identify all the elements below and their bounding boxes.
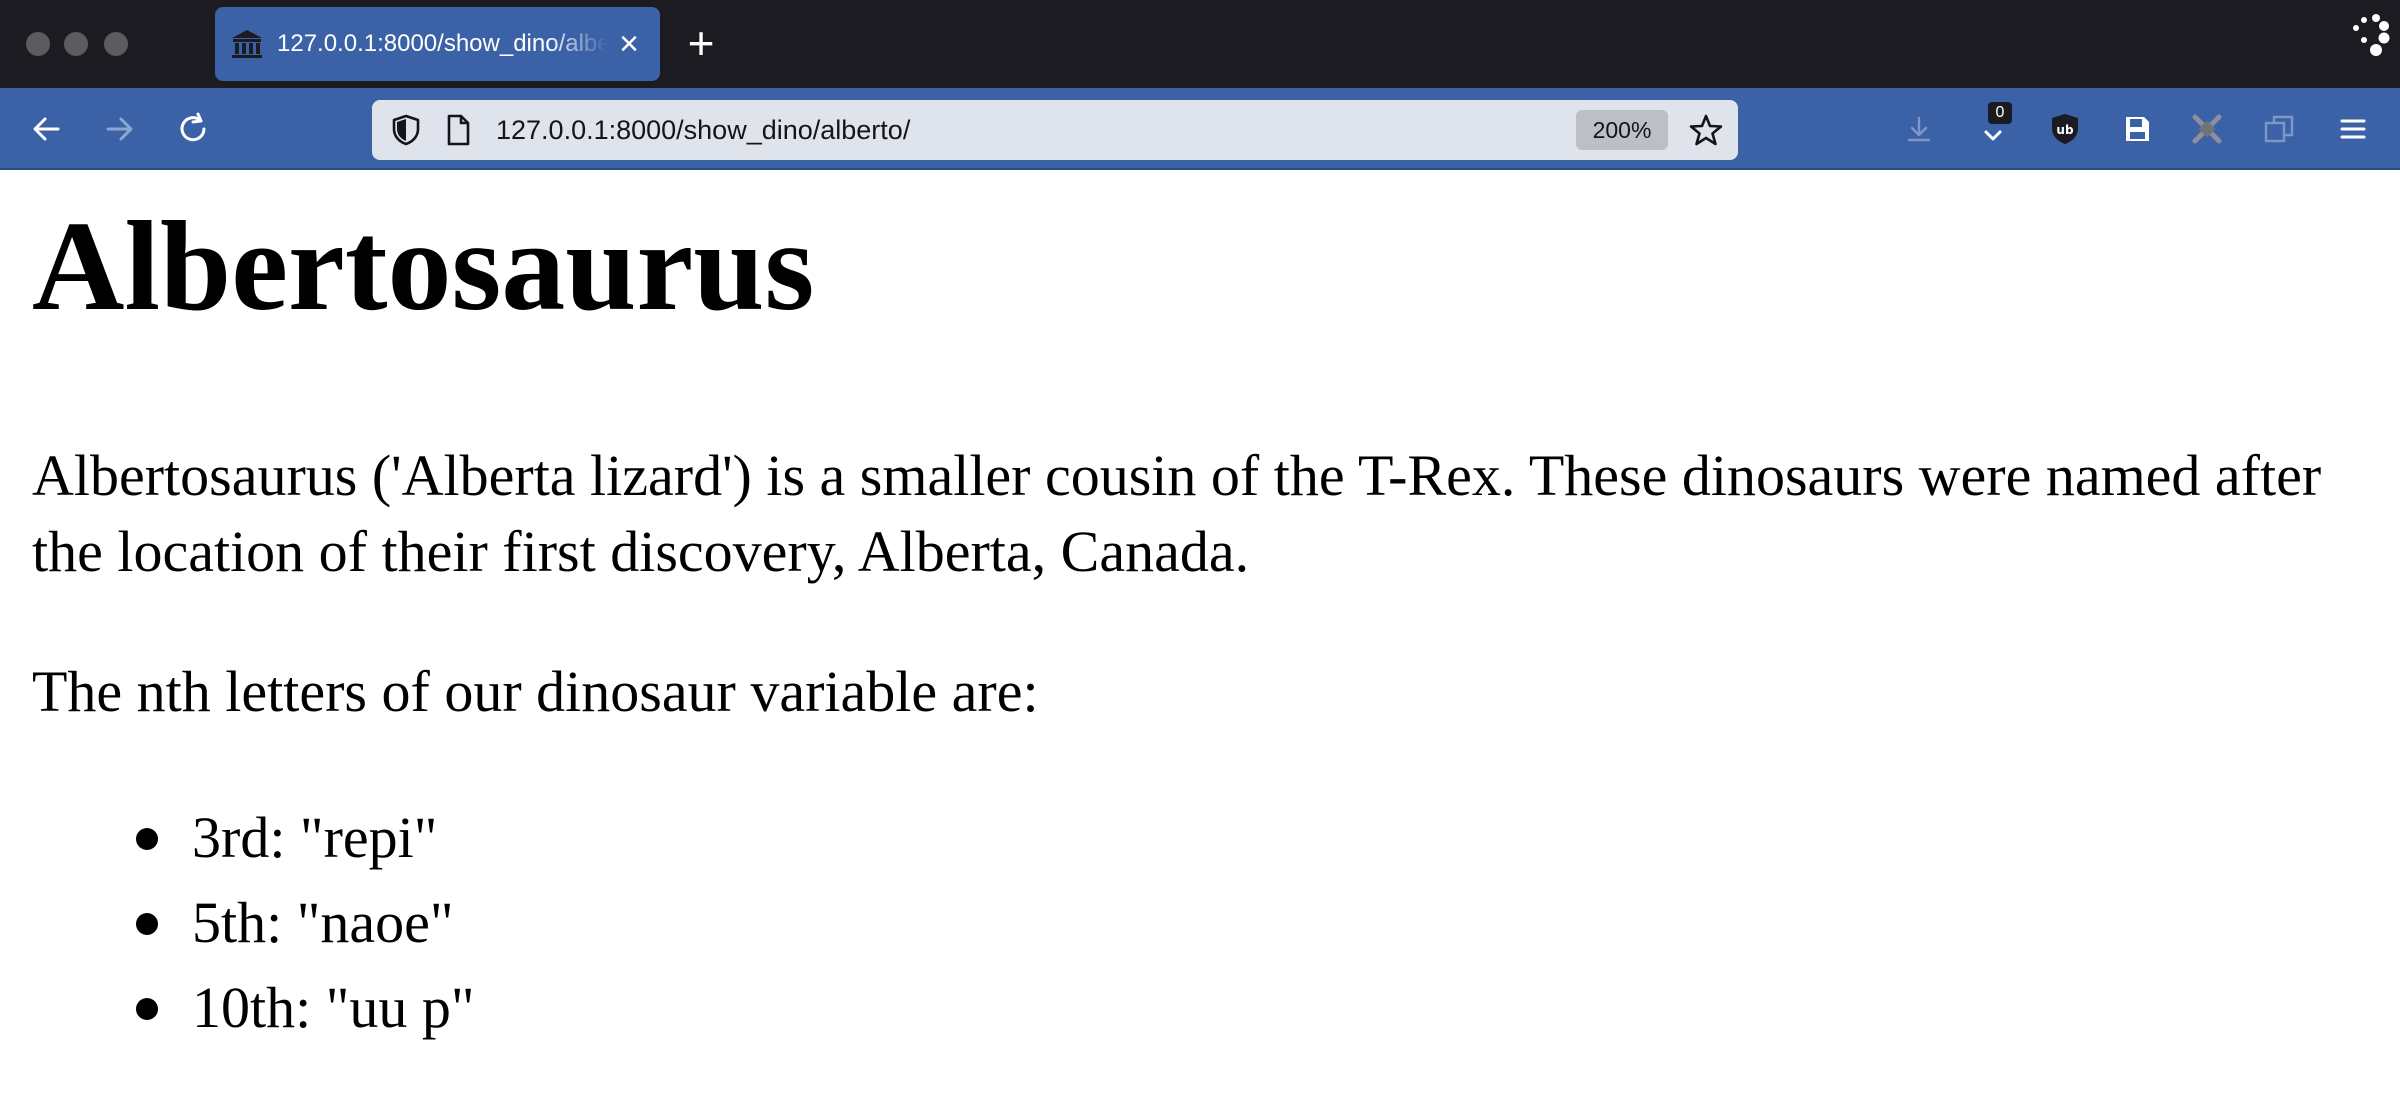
zoom-level-badge[interactable]: 200% <box>1576 110 1668 150</box>
page-content: Albertosaurus Albertosaurus ('Alberta li… <box>0 172 2400 1119</box>
bookmark-star-icon[interactable] <box>1688 112 1724 148</box>
ublock-shield-icon[interactable]: ub <box>2046 110 2084 148</box>
tab-close-icon[interactable]: × <box>613 27 645 61</box>
list-item-text: 5th: "naoe" <box>192 890 454 955</box>
list-item: 10th: "uu p" <box>130 968 475 1053</box>
letters-intro: The nth letters of our dinosaur variable… <box>32 659 1039 724</box>
window-close-control[interactable] <box>26 32 50 56</box>
dinosaur-description: Albertosaurus ('Alberta lizard') is a sm… <box>32 443 2322 584</box>
url-text[interactable]: 127.0.0.1:8000/show_dino/alberto/ <box>496 100 910 160</box>
svg-text:ub: ub <box>2056 123 2074 137</box>
tab-title: 127.0.0.1:8000/show_dino/alberto/ <box>277 30 607 57</box>
bullet-icon <box>136 913 158 935</box>
list-item-text: 3rd: "repi" <box>192 805 438 870</box>
letters-list: 3rd: "repi" 5th: "naoe" 10th: "uu p" <box>130 798 475 1053</box>
reload-icon[interactable] <box>174 110 212 148</box>
forward-arrow-icon[interactable] <box>100 110 138 148</box>
save-disk-icon[interactable] <box>2118 110 2156 148</box>
loading-spinner-icon <box>2340 10 2390 60</box>
tools-icon[interactable] <box>2188 110 2226 148</box>
list-item-text: 10th: "uu p" <box>192 975 475 1040</box>
window-minimize-control[interactable] <box>64 32 88 56</box>
window-zoom-control[interactable] <box>104 32 128 56</box>
list-item: 3rd: "repi" <box>130 798 475 883</box>
address-bar[interactable]: 127.0.0.1:8000/show_dino/alberto/ 200% <box>372 100 1738 160</box>
browser-toolbar: 127.0.0.1:8000/show_dino/alberto/ 200% 0… <box>0 88 2400 170</box>
back-arrow-icon[interactable] <box>28 110 66 148</box>
new-tab-button[interactable]: + <box>684 20 718 66</box>
page-icon[interactable] <box>440 112 476 148</box>
bullet-icon <box>136 828 158 850</box>
active-tab[interactable]: 127.0.0.1:8000/show_dino/alberto/ × <box>215 7 660 81</box>
picture-in-picture-icon[interactable] <box>2260 110 2298 148</box>
browser-titlebar: 127.0.0.1:8000/show_dino/alberto/ × + <box>0 0 2400 88</box>
hamburger-menu-icon[interactable] <box>2334 110 2372 148</box>
bullet-icon <box>136 998 158 1020</box>
museum-icon <box>231 29 263 59</box>
shield-icon[interactable] <box>388 112 424 148</box>
list-item: 5th: "naoe" <box>130 883 475 968</box>
page-title: Albertosaurus <box>32 195 815 337</box>
extension-badge-count: 0 <box>1988 102 2012 124</box>
downloads-icon[interactable] <box>1900 110 1938 148</box>
